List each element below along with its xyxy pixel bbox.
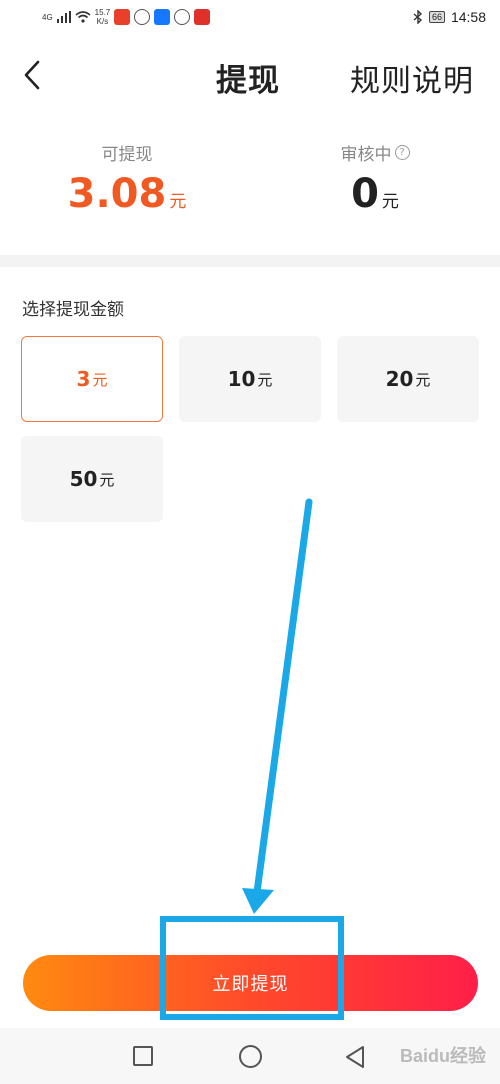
bluetooth-icon — [413, 10, 422, 24]
available-label: 可提现 — [101, 145, 153, 165]
wifi-icon — [75, 11, 91, 23]
clock: 14:58 — [450, 9, 486, 25]
amount-option-20[interactable]: 20 元 — [337, 336, 479, 422]
available-amount: 3.08 元 — [27, 171, 227, 225]
taobao-app-icon — [114, 9, 131, 25]
nav-back-icon[interactable] — [344, 1045, 366, 1069]
review-value: 0 — [351, 171, 379, 217]
available-unit: 元 — [169, 192, 187, 212]
review-balance: 审核中 ? 0元 — [275, 140, 475, 225]
red-app-icon — [194, 9, 211, 25]
review-label: 审核中 ? — [275, 140, 475, 165]
network-type: 4G — [42, 12, 53, 22]
help-icon[interactable]: ? — [394, 145, 410, 160]
recent-apps-icon[interactable] — [133, 1046, 153, 1066]
header: 提现 规则说明 — [0, 38, 500, 110]
home-icon[interactable] — [239, 1045, 262, 1068]
refresh-app-icon — [174, 9, 191, 25]
available-balance: 可提现 3.08 元 — [27, 140, 227, 225]
rules-link[interactable]: 规则说明 — [350, 56, 474, 100]
review-unit: 元 — [381, 192, 399, 212]
back-arrow-icon[interactable] — [20, 60, 46, 90]
balance-panel: 可提现 3.08 元 审核中 ? 0元 — [0, 130, 500, 250]
status-right: 66 14:58 — [413, 9, 486, 25]
review-amount: 0元 — [275, 171, 475, 225]
network-speed: 15.7 K/s — [94, 8, 111, 26]
alipay-app-icon — [154, 9, 171, 25]
amount-option-10[interactable]: 10 元 — [179, 336, 321, 422]
battery-indicator: 66 — [428, 11, 445, 23]
app-icon — [134, 9, 151, 25]
amount-option-3[interactable]: 3元 — [21, 336, 163, 422]
amount-section-title: 选择提现金额 — [22, 300, 124, 320]
status-left: 4G 15.7 K/s — [42, 8, 211, 26]
watermark: Baidu经验 — [399, 1046, 486, 1066]
section-divider — [0, 255, 500, 267]
page-title: 提现 — [216, 63, 280, 99]
status-bar: 4G 15.7 K/s 66 14:58 — [0, 0, 500, 38]
available-value: 3.08 — [67, 171, 167, 217]
amount-option-50[interactable]: 50 元 — [21, 436, 163, 522]
signal-icon — [56, 11, 71, 23]
annotation-highlight-box — [160, 916, 344, 1020]
system-nav-bar: Baidu经验 — [0, 1028, 500, 1084]
